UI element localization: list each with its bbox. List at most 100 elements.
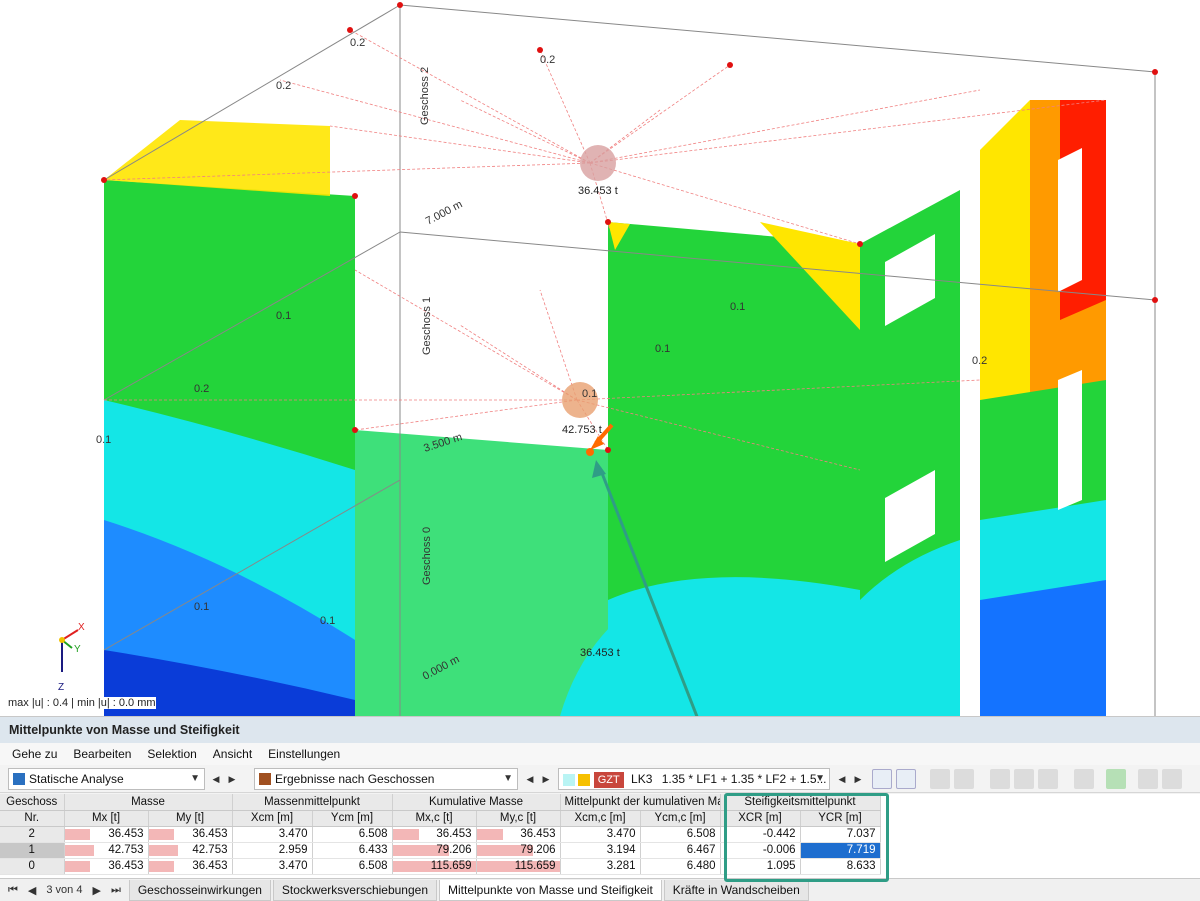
menu-item-edit[interactable]: Bearbeiten: [73, 747, 131, 761]
tab-shear-wall-forces[interactable]: Kräfte in Wandscheiben: [663, 879, 809, 901]
structure-3d-view[interactable]: Geschoss 2 Geschoss 1 Geschoss 0 36.453 …: [0, 0, 1200, 716]
analysis-icon: [13, 773, 25, 785]
filter-icon[interactable]: [1138, 769, 1158, 789]
story-label: Geschoss 0: [421, 527, 433, 585]
table-icon[interactable]: [1014, 769, 1034, 789]
cell-ycr[interactable]: 8.633: [800, 858, 881, 875]
cell-mxc[interactable]: 115.659: [392, 858, 477, 875]
first-page-icon[interactable]: ⏮: [8, 884, 18, 897]
axis-triad: X Y Z: [58, 622, 85, 693]
cell-mx[interactable]: 36.453: [64, 858, 149, 875]
mass-center-story-2[interactable]: [580, 145, 616, 181]
dimension-label: 7.000 m: [424, 198, 465, 227]
table-row[interactable]: 1 42.753 42.753 2.959 6.433 79.206 79.206 3.194…: [0, 842, 881, 859]
prev-icon[interactable]: ◀: [208, 770, 224, 788]
value-label: 0.2: [194, 383, 209, 395]
cell-xcm[interactable]: 2.959: [232, 842, 313, 859]
bar-chart-icon[interactable]: [1074, 769, 1094, 789]
combo-badge: GZT: [593, 772, 624, 788]
menu-item-view[interactable]: Ansicht: [213, 747, 252, 761]
result-table[interactable]: Geschoss Masse Massenmittelpunkt Kumulat…: [0, 794, 1200, 878]
cell-my[interactable]: 42.753: [148, 842, 233, 859]
cell-xcr[interactable]: -0.442: [720, 826, 801, 843]
prev-icon[interactable]: ◀: [522, 770, 538, 788]
color-swatch: [578, 773, 591, 786]
cell-myc[interactable]: 115.659: [476, 858, 561, 875]
cell-mx[interactable]: 42.753: [64, 842, 149, 859]
next-icon[interactable]: ▶: [850, 770, 866, 788]
redo-icon[interactable]: [896, 769, 916, 789]
cell-ycm[interactable]: 6.433: [312, 842, 393, 859]
col-group-stiffness-center: Steifigkeitsmittelpunkt: [720, 794, 881, 811]
prev-icon[interactable]: ◀: [834, 770, 850, 788]
cell-xcmc[interactable]: 3.194: [560, 842, 641, 859]
mass-label: 36.453 t: [580, 647, 620, 659]
cell-my[interactable]: 36.453: [148, 826, 233, 843]
cell-ycmc[interactable]: 6.508: [640, 826, 721, 843]
next-icon[interactable]: ▶: [538, 770, 554, 788]
cell-xcr[interactable]: 1.095: [720, 858, 801, 875]
model-viewport[interactable]: Geschoss 2 Geschoss 1 Geschoss 0 36.453 …: [0, 0, 1200, 716]
menu-item-goto[interactable]: Gehe zu: [12, 747, 57, 761]
next-icon[interactable]: ▶: [224, 770, 240, 788]
cell-ycmc[interactable]: 6.480: [640, 858, 721, 875]
excel-icon[interactable]: [1106, 769, 1126, 789]
panel-title: Mittelpunkte von Masse und Steifigkeit: [0, 717, 1200, 743]
cell-myc[interactable]: 36.453: [476, 826, 561, 843]
cell-mxc[interactable]: 79.206: [392, 842, 477, 859]
cell-mx[interactable]: 36.453: [64, 826, 149, 843]
value-label: 0.1: [582, 388, 597, 400]
cell-nr[interactable]: 2: [0, 826, 65, 843]
cell-xcm[interactable]: 3.470: [232, 826, 313, 843]
col-nr: Nr.: [0, 810, 65, 827]
filter-icon[interactable]: [1162, 769, 1182, 789]
analysis-select[interactable]: Statische Analyse ▼: [8, 768, 205, 790]
combination-select[interactable]: GZT LK3 1.35 * LF1 + 1.35 * LF2 + 1.5...…: [558, 768, 830, 790]
next-page-icon[interactable]: ▶: [92, 884, 100, 897]
menu-item-settings[interactable]: Einstellungen: [268, 747, 340, 761]
last-page-icon[interactable]: ⏭: [111, 884, 121, 897]
table-icon[interactable]: [990, 769, 1010, 789]
results-icon: [259, 773, 271, 785]
tab-story-actions[interactable]: Geschosseinwirkungen: [128, 879, 271, 901]
story-label: Geschoss 1: [421, 297, 433, 355]
menu-item-selection[interactable]: Selektion: [147, 747, 196, 761]
view-icon[interactable]: [930, 769, 950, 789]
result-panel: Mittelpunkte von Masse und Steifigkeit G…: [0, 716, 1200, 901]
cell-xcr[interactable]: -0.006: [720, 842, 801, 859]
value-bar: [64, 844, 95, 856]
tab-story-drifts[interactable]: Stockwerksverschiebungen: [272, 879, 437, 901]
cell-xcmc[interactable]: 3.470: [560, 826, 641, 843]
tab-mass-stiffness-centers[interactable]: Mittelpunkte von Masse und Steifigkeit: [439, 879, 662, 901]
cell-xcm[interactable]: 3.470: [232, 858, 313, 875]
mass-label: 36.453 t: [578, 185, 618, 197]
cell-ycr[interactable]: 7.037: [800, 826, 881, 843]
cell-my[interactable]: 36.453: [148, 858, 233, 875]
cell-ycr[interactable]: 7.719: [800, 842, 881, 859]
table-row[interactable]: 0 36.453 36.453 3.470 6.508 115.659 115.659 3.2…: [0, 858, 881, 875]
value-bar: [64, 860, 90, 872]
table-icon[interactable]: [1038, 769, 1058, 789]
svg-text:X: X: [78, 622, 85, 633]
value-label: 0.1: [655, 343, 670, 355]
results-select[interactable]: Ergebnisse nach Geschossen ▼: [254, 768, 518, 790]
cell-nr[interactable]: 1: [0, 842, 65, 859]
chevron-down-icon: ▼: [815, 773, 825, 784]
col-group-mass: Masse: [64, 794, 233, 811]
cell-mxc[interactable]: 36.453: [392, 826, 477, 843]
undo-icon[interactable]: [872, 769, 892, 789]
cell-myc[interactable]: 79.206: [476, 842, 561, 859]
cell-ycmc[interactable]: 6.467: [640, 842, 721, 859]
cell-xcmc[interactable]: 3.281: [560, 858, 641, 875]
cell-nr[interactable]: 0: [0, 858, 65, 875]
value-bar: [476, 828, 503, 840]
panel-menu: Gehe zu Bearbeiten Selektion Ansicht Ein…: [0, 743, 1200, 765]
value-label: 0.1: [730, 301, 745, 313]
cell-ycm[interactable]: 6.508: [312, 826, 393, 843]
page-indicator: 3 von 4: [46, 884, 83, 896]
value-label: 0.1: [276, 310, 291, 322]
cell-ycm[interactable]: 6.508: [312, 858, 393, 875]
prev-page-icon[interactable]: ◀: [28, 884, 36, 897]
table-row[interactable]: 2 36.453 36.453 3.470 6.508 36.453 36.453 3.470…: [0, 826, 881, 843]
values-icon[interactable]: [954, 769, 974, 789]
